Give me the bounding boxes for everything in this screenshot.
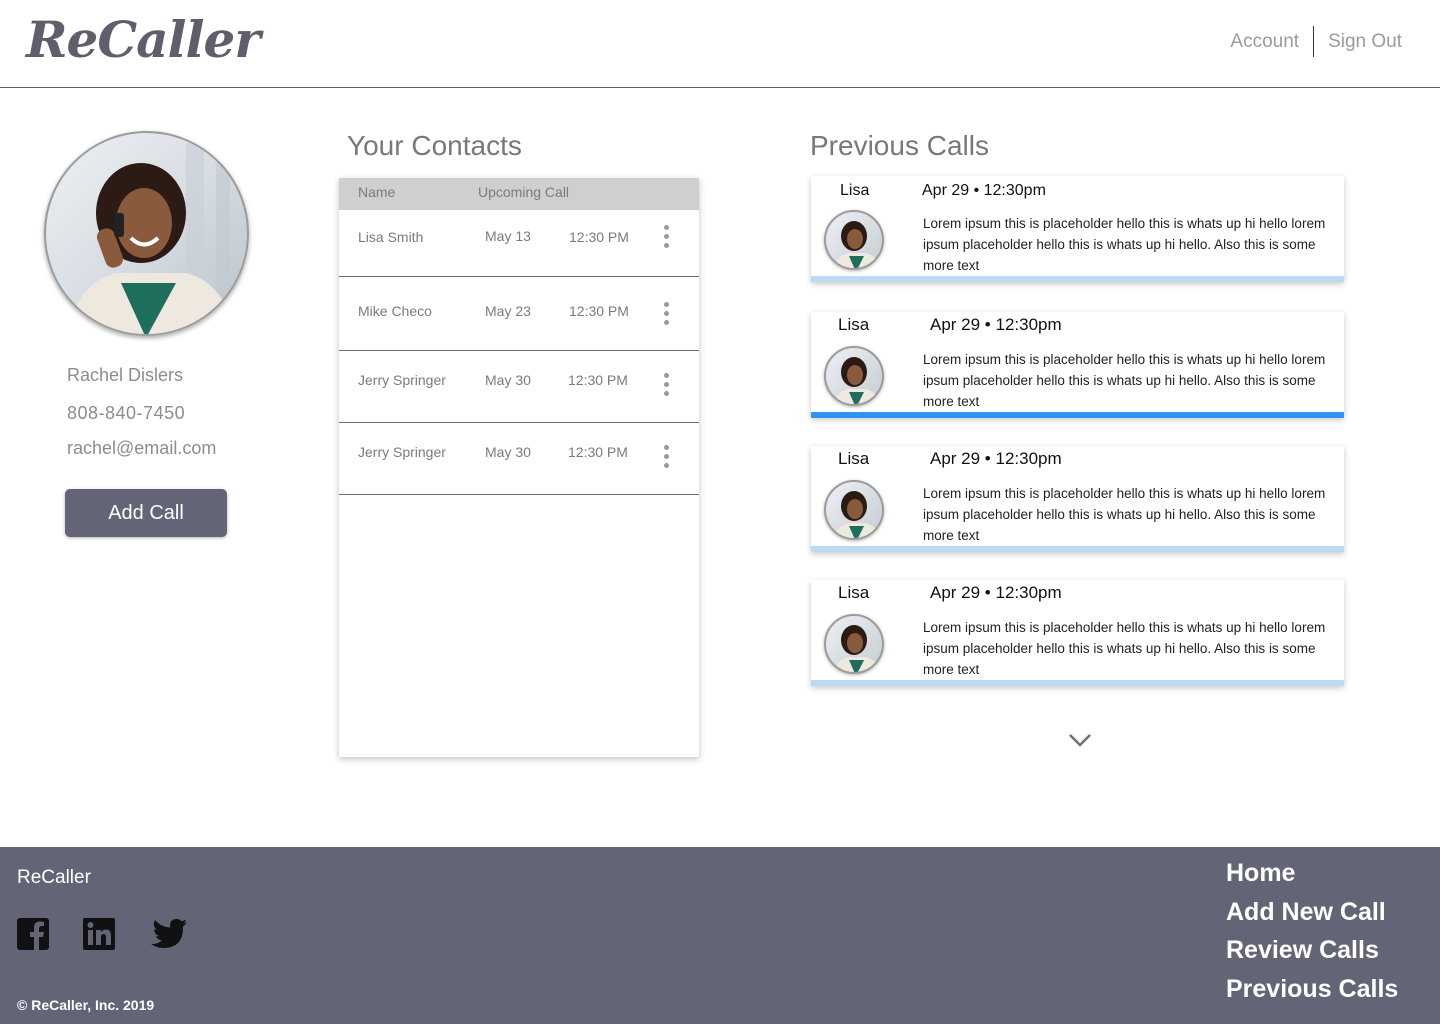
previous-call-card[interactable]: Lisa Apr 29 • 12:30pm Lorem ipsum this i… — [811, 446, 1344, 552]
contact-time: 12:30 PM — [569, 303, 629, 319]
contact-name: Mike Checo — [358, 303, 432, 319]
contact-time: 12:30 PM — [568, 444, 628, 460]
twitter-icon[interactable] — [150, 918, 188, 952]
profile-photo-icon — [66, 143, 236, 334]
call-datetime: Apr 29 • 12:30pm — [930, 315, 1062, 334]
footer-link-previous-calls[interactable]: Previous Calls — [1226, 974, 1398, 1013]
call-contact-name: Lisa — [838, 583, 870, 602]
previous-call-card[interactable]: Lisa Apr 29 • 12:30pm Lorem ipsum this i… — [811, 176, 1344, 282]
footer-link-home[interactable]: Home — [1226, 858, 1398, 897]
more-options-icon[interactable] — [661, 302, 671, 328]
more-options-icon[interactable] — [661, 225, 671, 251]
contacts-table: Name Upcoming Call Lisa Smith May 13 12:… — [339, 178, 699, 757]
call-contact-name: Lisa — [838, 315, 870, 334]
footer-brand: ReCaller — [17, 867, 91, 888]
footer-link-add-new-call[interactable]: Add New Call — [1226, 897, 1398, 936]
profile-phone: 808-840-7450 — [67, 403, 186, 423]
call-avatar — [824, 614, 884, 674]
call-notes: Lorem ipsum this is placeholder hello th… — [923, 216, 1326, 273]
column-header-upcoming: Upcoming Call — [478, 184, 570, 200]
previous-calls-title: Previous Calls — [810, 130, 989, 161]
call-notes: Lorem ipsum this is placeholder hello th… — [923, 620, 1326, 677]
call-notes: Lorem ipsum this is placeholder hello th… — [923, 486, 1326, 543]
previous-call-card[interactable]: Lisa Apr 29 • 12:30pm Lorem ipsum this i… — [811, 580, 1344, 686]
sign-out-link[interactable]: Sign Out — [1328, 31, 1402, 53]
chevron-down-icon[interactable] — [1068, 732, 1092, 748]
footer-nav: Home Add New Call Review Calls Previous … — [1226, 858, 1398, 1012]
contact-row[interactable]: Jerry Springer May 30 12:30 PM — [339, 423, 699, 495]
footer-link-review-calls[interactable]: Review Calls — [1226, 935, 1398, 974]
top-nav: Account Sign Out — [1230, 26, 1402, 57]
call-contact-name: Lisa — [838, 449, 870, 468]
more-options-icon[interactable] — [661, 445, 671, 471]
contact-date: May 23 — [485, 303, 531, 319]
linkedin-icon[interactable] — [83, 918, 117, 952]
header: ReCaller Account Sign Out — [0, 0, 1440, 88]
contact-row[interactable]: Jerry Springer May 30 12:30 PM — [339, 351, 699, 423]
call-datetime: Apr 29 • 12:30pm — [922, 182, 1046, 199]
call-card-indicator — [811, 412, 1344, 418]
nav-divider — [1313, 26, 1315, 57]
call-avatar — [824, 346, 884, 406]
call-card-indicator — [811, 680, 1344, 686]
profile-avatar — [44, 131, 249, 336]
column-header-name: Name — [358, 184, 396, 200]
logo[interactable]: ReCaller — [26, 10, 261, 69]
contact-name: Lisa Smith — [358, 229, 424, 245]
copyright: © ReCaller, Inc. 2019 — [17, 997, 155, 1013]
contact-name: Jerry Springer — [358, 372, 446, 388]
call-avatar — [824, 210, 884, 270]
contact-name: Jerry Springer — [358, 444, 446, 460]
footer: ReCaller © ReCaller, Inc. 2019 Home Add … — [0, 847, 1440, 1024]
account-link[interactable]: Account — [1230, 31, 1299, 53]
contact-time: 12:30 PM — [569, 229, 629, 245]
call-contact-name: Lisa — [840, 182, 870, 199]
call-notes: Lorem ipsum this is placeholder hello th… — [923, 352, 1326, 409]
call-datetime: Apr 29 • 12:30pm — [930, 583, 1062, 602]
more-options-icon[interactable] — [661, 373, 671, 399]
call-card-indicator — [811, 276, 1344, 282]
profile-name: Rachel Dislers — [67, 365, 184, 385]
call-avatar — [824, 480, 884, 540]
contacts-title: Your Contacts — [347, 130, 522, 161]
contact-time: 12:30 PM — [568, 372, 628, 388]
call-card-indicator — [811, 546, 1344, 552]
call-datetime: Apr 29 • 12:30pm — [930, 449, 1062, 468]
contact-row[interactable]: Lisa Smith May 13 12:30 PM — [339, 210, 699, 277]
previous-call-card[interactable]: Lisa Apr 29 • 12:30pm Lorem ipsum this i… — [811, 312, 1344, 418]
contacts-table-header: Name Upcoming Call — [339, 178, 699, 210]
facebook-icon[interactable] — [17, 918, 51, 952]
contact-date: May 13 — [485, 228, 531, 244]
add-call-button[interactable]: Add Call — [65, 489, 227, 537]
profile-email: rachel@email.com — [67, 438, 217, 458]
contact-row[interactable]: Mike Checo May 23 12:30 PM — [339, 277, 699, 351]
contact-date: May 30 — [485, 444, 531, 460]
contact-date: May 30 — [485, 372, 531, 388]
